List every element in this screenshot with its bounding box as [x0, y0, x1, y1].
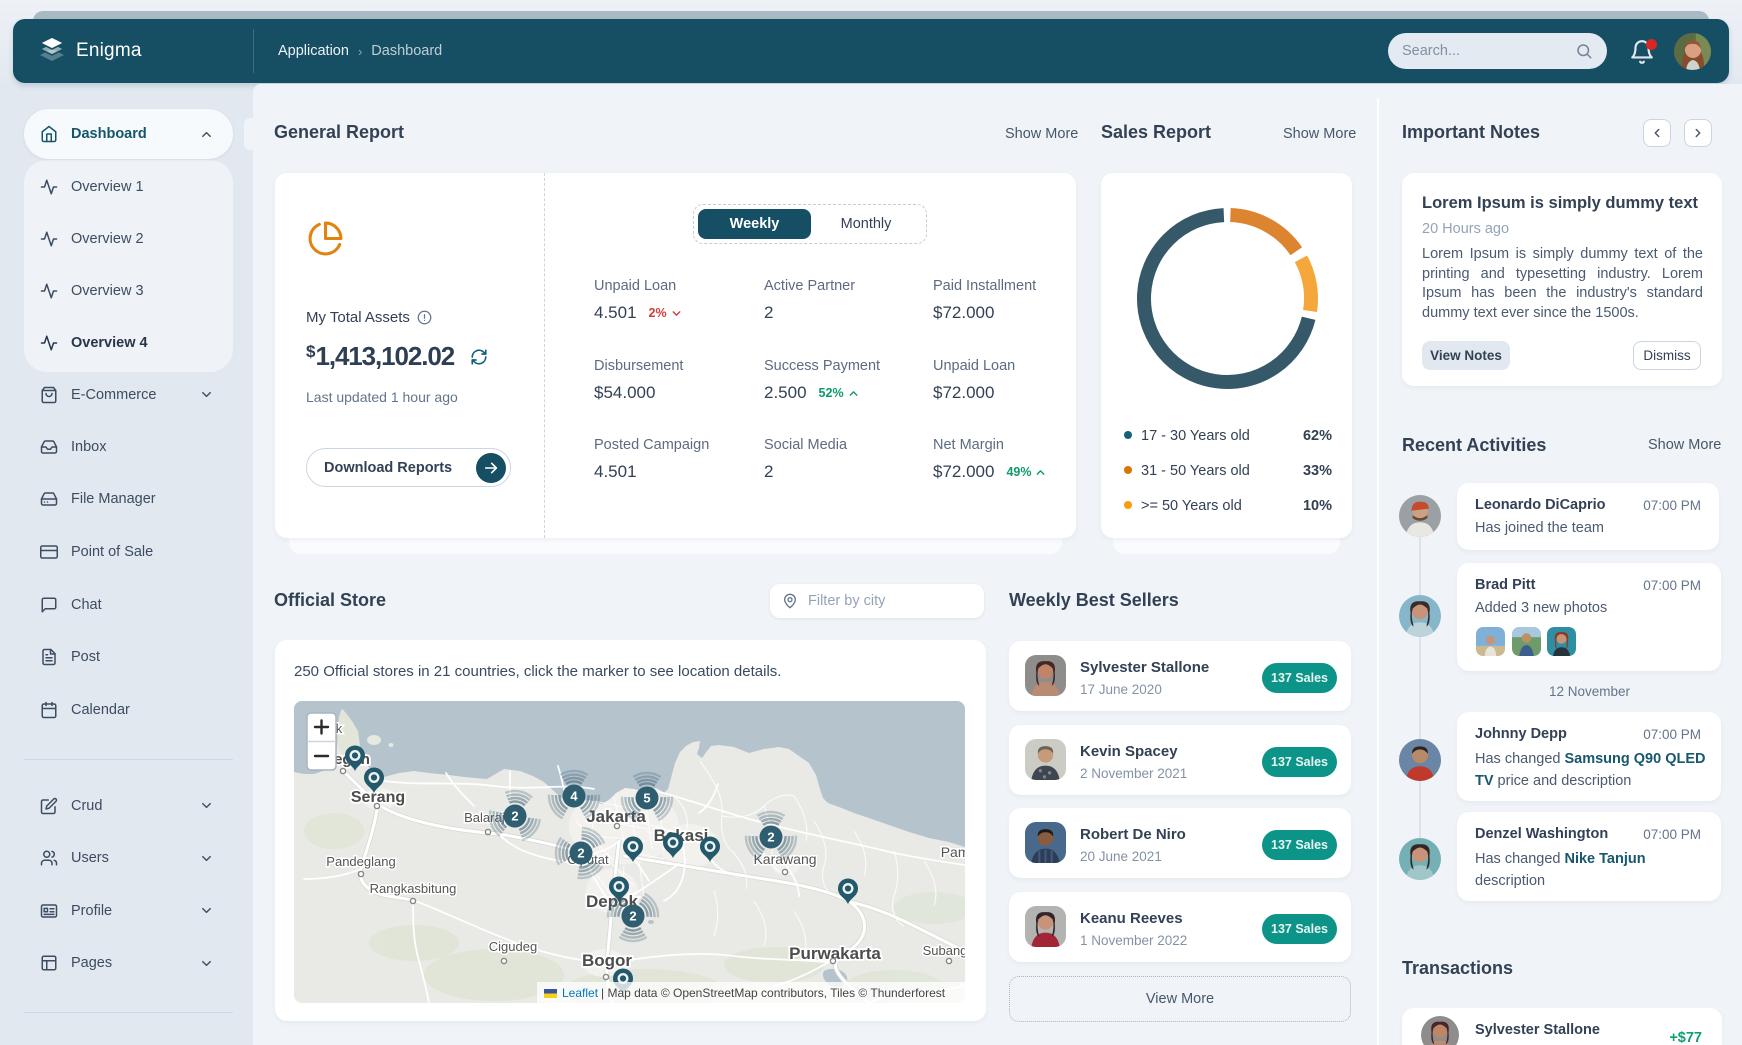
svg-text:4: 4 — [570, 789, 578, 804]
svg-text:Subang: Subang — [923, 943, 965, 958]
svg-text:2: 2 — [767, 830, 774, 845]
svg-text:2: 2 — [511, 809, 518, 824]
svg-text:2: 2 — [629, 909, 636, 924]
svg-text:Bogor: Bogor — [582, 951, 632, 970]
svg-text:Rangkasbitung: Rangkasbitung — [370, 881, 457, 896]
svg-text:k: k — [336, 721, 343, 736]
svg-text:Cigudeg: Cigudeg — [489, 939, 537, 954]
svg-text:Pama: Pama — [941, 844, 965, 860]
svg-text:| Map data © OpenStreetMap con: | Map data © OpenStreetMap contributors,… — [601, 986, 946, 1000]
svg-text:2: 2 — [577, 846, 584, 861]
svg-text:Leaflet: Leaflet — [562, 986, 599, 1000]
svg-text:5: 5 — [643, 791, 650, 806]
svg-text:Pandeglang: Pandeglang — [326, 854, 395, 869]
